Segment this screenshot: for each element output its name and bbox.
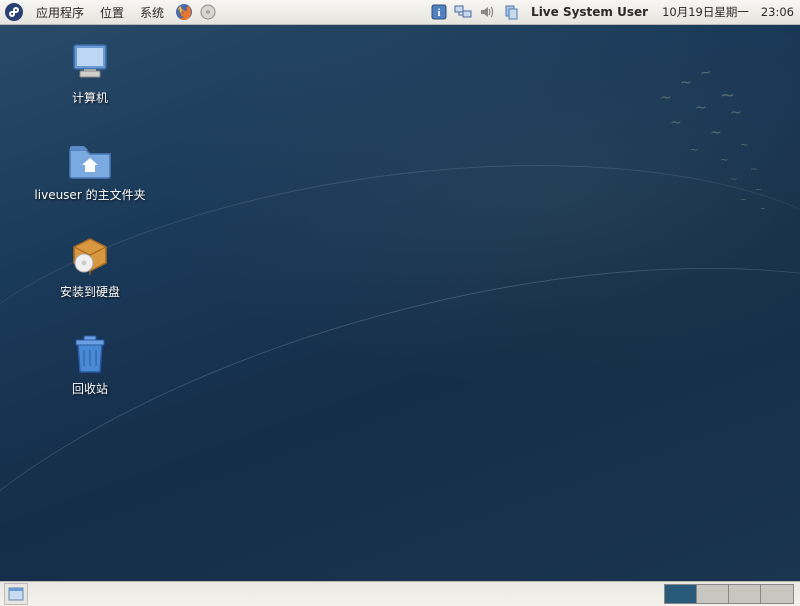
trash-icon [66,330,114,378]
desktop-icon-label: 计算机 [72,89,108,106]
bottom-panel [0,581,800,606]
panel-left: 应用程序 位置 系统 [0,0,220,24]
desktop-icons-container: 计算机 liveuser 的主文件夹 安装到硬盘 回收站 [10,35,170,401]
install-icon [66,233,114,281]
workspace-switcher [664,584,794,604]
bottom-panel-right [664,582,800,606]
desktop-icon-install[interactable]: 安装到硬盘 [10,229,170,304]
panel-right: i Live System User 10月19日星期一 23:06 [427,0,800,24]
desktop-icon-trash[interactable]: 回收站 [10,326,170,401]
computer-icon [66,39,114,87]
disk-utility-launcher-icon[interactable] [197,1,219,23]
wallpaper-birds-decoration: ~~ ~~ ~~ ~~ ~~ ~~ ~~ ~~ [520,55,780,255]
info-tray-icon[interactable]: i [428,1,450,23]
desktop-icon-label: 安装到硬盘 [60,283,120,300]
user-menu[interactable]: Live System User [523,5,656,19]
home-folder-icon [66,136,114,184]
workspace-2[interactable] [697,585,729,603]
clipboard-tray-icon[interactable] [500,1,522,23]
top-panel: 应用程序 位置 系统 i Live System User 10月19日星期一 … [0,0,800,25]
desktop-icon-label: 回收站 [72,380,108,397]
workspace-3[interactable] [729,585,761,603]
desktop-icon-label: liveuser 的主文件夹 [34,186,145,203]
volume-tray-icon[interactable] [476,1,498,23]
desktop-area[interactable]: ~~ ~~ ~~ ~~ ~~ ~~ ~~ ~~ 计算机 liveuser 的主文… [0,25,800,581]
menu-applications[interactable]: 应用程序 [28,0,92,24]
fedora-logo-icon[interactable] [4,2,24,22]
clock-time[interactable]: 23:06 [755,5,800,19]
desktop-icon-home[interactable]: liveuser 的主文件夹 [10,132,170,207]
menu-system[interactable]: 系统 [132,0,172,24]
workspace-1[interactable] [665,585,697,603]
desktop-icon-computer[interactable]: 计算机 [10,35,170,110]
network-tray-icon[interactable] [452,1,474,23]
firefox-launcher-icon[interactable] [173,1,195,23]
bottom-panel-left [0,582,28,606]
workspace-4[interactable] [761,585,793,603]
clock-date[interactable]: 10月19日星期一 [656,4,755,20]
menu-places[interactable]: 位置 [92,0,132,24]
show-desktop-button[interactable] [4,583,28,605]
svg-text:i: i [438,7,441,19]
